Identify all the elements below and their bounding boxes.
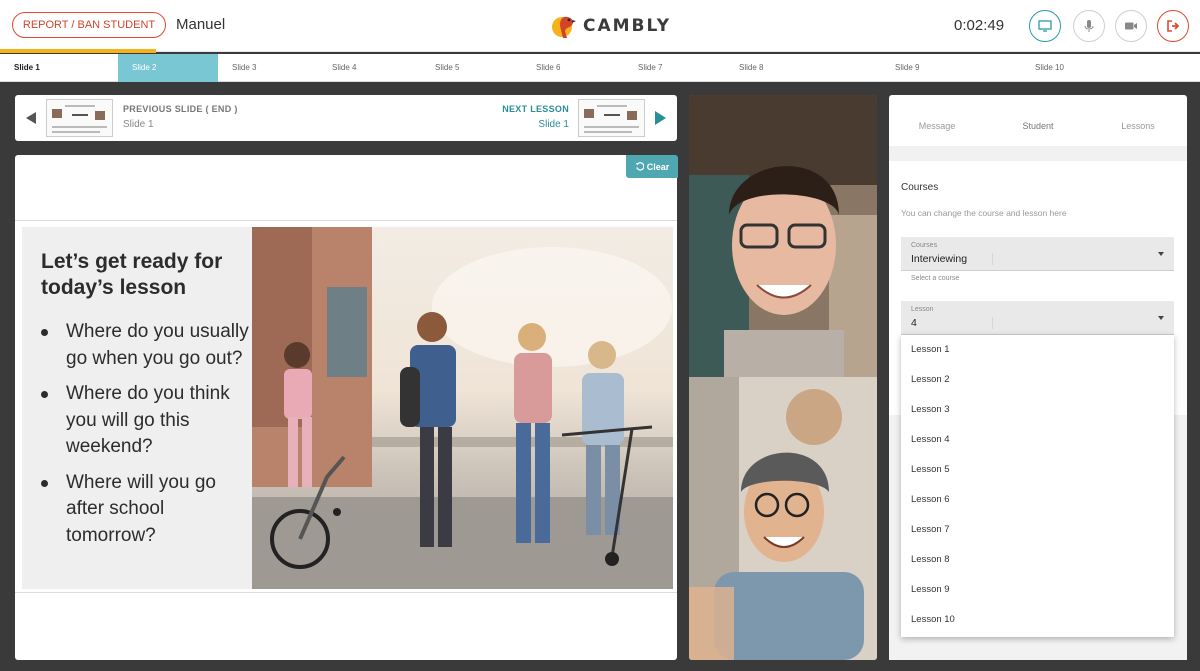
next-lesson-title[interactable]: NEXT LESSON xyxy=(502,104,569,114)
bullet-item: Where do you usually go when you go out? xyxy=(41,319,251,372)
tab-slide-4[interactable]: Slide 4 xyxy=(318,54,421,82)
tab-slide-5[interactable]: Slide 5 xyxy=(421,54,522,82)
tutor-name: Manuel xyxy=(176,16,226,33)
previous-arrow-icon[interactable] xyxy=(26,112,36,124)
top-header: REPORT / BAN STUDENT Manuel CAMBLY 0:02:… xyxy=(0,0,1200,53)
parrot-logo-icon xyxy=(552,16,576,38)
lesson-option-9[interactable]: Lesson 9 xyxy=(901,575,1174,605)
lesson-select[interactable]: Lesson 4 xyxy=(901,301,1174,335)
clear-button[interactable]: Clear xyxy=(626,155,678,178)
slide-bullets: Where do you usually go when you go out?… xyxy=(41,319,251,558)
tab-slide-3[interactable]: Slide 3 xyxy=(218,54,318,82)
kids-walking-photo xyxy=(252,227,673,589)
tab-slide-10[interactable]: Slide 10 xyxy=(1021,54,1200,82)
tab-slide-8[interactable]: Slide 8 xyxy=(725,54,881,82)
cambly-logo: CAMBLY xyxy=(551,10,671,42)
lesson-option-1[interactable]: Lesson 1 xyxy=(901,335,1174,365)
select-separator xyxy=(992,253,993,265)
slide-title: Let’s get ready for today’s lesson xyxy=(41,250,223,299)
report-ban-student-button[interactable]: REPORT / BAN STUDENT xyxy=(12,12,166,38)
lesson-slide: Let’s get ready for today’s lesson Where… xyxy=(15,220,677,593)
tab-slide-1[interactable]: Slide 1 xyxy=(0,54,118,82)
lesson-dropdown-menu: Lesson 1 Lesson 2 Lesson 3 Lesson 4 Less… xyxy=(901,335,1174,637)
slide-canvas[interactable]: Clear Let’s get ready for today’s lesson… xyxy=(15,155,678,660)
tab-message[interactable]: Message xyxy=(892,121,982,131)
tab-lessons[interactable]: Lessons xyxy=(1093,121,1183,131)
microphone-button[interactable] xyxy=(1073,10,1105,42)
chevron-down-icon xyxy=(1158,316,1164,320)
previous-slide-title[interactable]: PREVIOUS SLIDE ( END ) xyxy=(123,104,238,114)
tab-slide-6[interactable]: Slide 6 xyxy=(522,54,624,82)
lesson-option-6[interactable]: Lesson 6 xyxy=(901,485,1174,515)
lesson-option-8[interactable]: Lesson 8 xyxy=(901,545,1174,575)
lesson-option-4[interactable]: Lesson 4 xyxy=(901,425,1174,455)
panel-divider xyxy=(889,146,1187,161)
tutor-video-feed xyxy=(689,95,877,377)
undo-icon xyxy=(635,162,644,171)
logo-text: CAMBLY xyxy=(583,16,672,36)
next-arrow-icon[interactable] xyxy=(655,111,666,125)
chevron-down-icon xyxy=(1158,252,1164,256)
lesson-option-3[interactable]: Lesson 3 xyxy=(901,395,1174,425)
session-progress-bar xyxy=(0,49,156,53)
lesson-option-5[interactable]: Lesson 5 xyxy=(901,455,1174,485)
bullet-item: Where will you go after school tomorrow? xyxy=(41,470,251,550)
course-select-value: Interviewing xyxy=(911,253,968,265)
lesson-option-2[interactable]: Lesson 2 xyxy=(901,365,1174,395)
select-separator xyxy=(992,317,993,329)
leave-call-button[interactable] xyxy=(1157,10,1189,42)
lesson-option-7[interactable]: Lesson 7 xyxy=(901,515,1174,545)
tab-slide-7[interactable]: Slide 7 xyxy=(624,54,725,82)
screen-share-button[interactable] xyxy=(1029,10,1061,42)
lesson-panel: Message Student Lessons Courses You can … xyxy=(889,95,1187,660)
clear-label: Clear xyxy=(646,161,670,172)
lesson-select-label: Lesson xyxy=(911,306,934,313)
previous-slide-thumbnail[interactable] xyxy=(46,99,113,137)
tab-slide-9[interactable]: Slide 9 xyxy=(881,54,1021,82)
course-select[interactable]: Courses Interviewing xyxy=(901,237,1174,271)
tab-student[interactable]: Student xyxy=(993,121,1083,131)
bullet-item: Where do you think you will go this week… xyxy=(41,381,251,461)
camera-button[interactable] xyxy=(1115,10,1147,42)
session-timer: 0:02:49 xyxy=(954,17,1005,34)
courses-description: You can change the course and lesson her… xyxy=(901,208,1067,218)
next-lesson-subtitle: Slide 1 xyxy=(538,119,569,130)
next-lesson-thumbnail[interactable] xyxy=(578,99,645,137)
course-select-label: Courses xyxy=(911,242,938,249)
slide-navigation: PREVIOUS SLIDE ( END ) Slide 1 NEXT LESS… xyxy=(15,95,677,141)
slide-tabs: Slide 1 Slide 2 Slide 3 Slide 4 Slide 5 … xyxy=(0,54,1200,82)
video-camera-icon xyxy=(1125,22,1137,30)
course-helper-text: Select a course xyxy=(911,275,960,282)
tab-slide-2[interactable]: Slide 2 xyxy=(118,54,218,82)
courses-heading: Courses xyxy=(901,182,939,193)
lesson-select-value: 4 xyxy=(911,317,917,329)
exit-icon xyxy=(1167,20,1180,32)
monitor-icon xyxy=(1038,20,1052,32)
previous-slide-subtitle: Slide 1 xyxy=(123,119,154,130)
microphone-icon xyxy=(1084,20,1094,32)
slide-text-panel: Let’s get ready for today’s lesson Where… xyxy=(22,227,252,589)
lesson-option-10[interactable]: Lesson 10 xyxy=(901,605,1174,635)
student-video-feed xyxy=(689,377,877,660)
